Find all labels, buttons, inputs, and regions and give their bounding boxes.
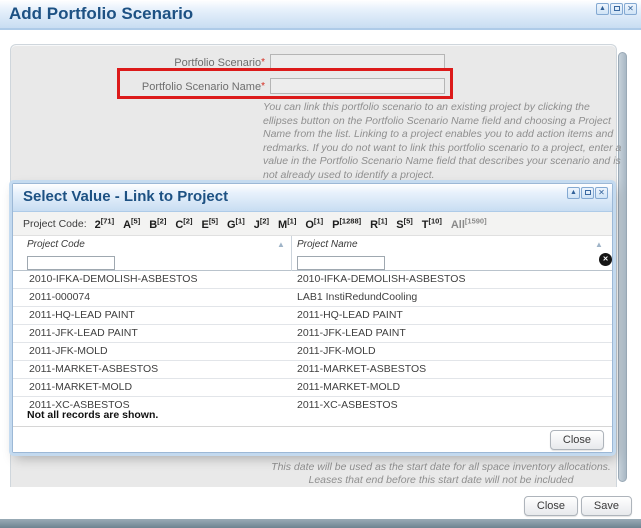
table-row[interactable]: 2011-MARKET-MOLD 2011-MARKET-MOLD	[13, 379, 612, 397]
letter-filter-b[interactable]: B[2]	[149, 216, 166, 231]
select-dialog-footer: Close	[13, 426, 612, 452]
save-button[interactable]: Save	[580, 496, 632, 516]
maximize-square-shape	[584, 190, 591, 195]
letter-filter-e[interactable]: E[5]	[201, 216, 218, 231]
letter-filter-bar: Project Code: 2[71] A[5] B[2] C[2] E[5] G[1] J…	[13, 212, 612, 236]
project-code-column-header[interactable]: Project Code	[27, 239, 85, 250]
project-name-filter-input[interactable]	[297, 256, 385, 270]
letter-filter-t[interactable]: T[10]	[422, 216, 442, 231]
letter-filter-all[interactable]: All[1590]	[451, 216, 487, 231]
project-code-cell[interactable]: 2011-JFK-MOLD	[29, 345, 108, 357]
sort-asc-icon[interactable]: ▲	[595, 240, 603, 249]
project-name-cell[interactable]: 2011-JFK-LEAD PAINT	[297, 327, 406, 339]
main-dialog-footer: Close Save	[0, 487, 641, 519]
maximize-square-shape	[613, 6, 620, 11]
sort-asc-icon[interactable]: ▲	[277, 240, 285, 249]
project-name-cell[interactable]: LAB1 InstiRedundCooling	[297, 291, 417, 303]
project-name-cell[interactable]: 2011-MARKET-MOLD	[297, 381, 400, 393]
letter-filter-s[interactable]: S[5]	[396, 216, 413, 231]
select-window-controls: ▲ ✕	[567, 187, 608, 199]
link-project-help-text: You can link this portfolio scenario to …	[263, 101, 622, 181]
select-value-dialog: Select Value - Link to Project ▲ ✕ Proje…	[12, 183, 613, 453]
table-row[interactable]: 2011-JFK-MOLD 2011-JFK-MOLD	[13, 343, 612, 361]
project-code-cell[interactable]: 2010-IFKA-DEMOLISH-ASBESTOS	[29, 273, 197, 285]
letter-filter-a[interactable]: A[5]	[123, 216, 140, 231]
table-row[interactable]: 2011-MARKET-ASBESTOS 2011-MARKET-ASBESTOS	[13, 361, 612, 379]
table-row[interactable]: 2010-IFKA-DEMOLISH-ASBESTOS 2010-IFKA-DEM…	[13, 271, 612, 289]
records-note: Not all records are shown.	[27, 409, 159, 421]
main-dialog-titlebar: Add Portfolio Scenario ▲ ✕	[0, 0, 641, 30]
select-dialog-titlebar: Select Value - Link to Project ▲ ✕	[13, 184, 612, 212]
main-dialog-title: Add Portfolio Scenario	[9, 4, 194, 23]
close-icon[interactable]: ✕	[624, 3, 637, 15]
letter-filter-list: 2[71] A[5] B[2] C[2] E[5] G[1] J[2] M[1] O[1] P[1…	[95, 216, 496, 231]
project-name-column-header[interactable]: Project Name	[297, 239, 358, 250]
close-icon[interactable]: ✕	[595, 187, 608, 199]
column-divider	[291, 236, 292, 271]
collapse-icon[interactable]: ▲	[596, 3, 609, 15]
start-date-note: This date will be used as the start date…	[271, 461, 611, 486]
add-portfolio-scenario-window: Add Portfolio Scenario ▲ ✕ Portfolio Sce…	[0, 0, 641, 528]
project-code-filter-input[interactable]	[27, 256, 115, 270]
table-row[interactable]: 2011-HQ-LEAD PAINT 2011-HQ-LEAD PAINT	[13, 307, 612, 325]
select-dialog-close-button[interactable]: Close	[549, 430, 604, 450]
project-code-cell[interactable]: 2011-MARKET-ASBESTOS	[29, 363, 158, 375]
clear-filter-icon[interactable]: ✕	[599, 253, 612, 266]
highlight-red-box	[117, 68, 453, 99]
table-header: Project Code ▲ Project Name ▲	[13, 236, 612, 271]
letter-filter-g[interactable]: G[1]	[227, 216, 245, 231]
letter-filter-p[interactable]: P[1288]	[332, 216, 361, 231]
letter-filter-c[interactable]: C[2]	[175, 216, 192, 231]
required-asterisk: *	[261, 57, 265, 68]
close-button[interactable]: Close	[523, 496, 578, 516]
project-name-cell[interactable]: 2011-XC-ASBESTOS	[297, 399, 398, 411]
letter-filter-r[interactable]: R[1]	[370, 216, 387, 231]
window-bottom-strip	[0, 519, 641, 528]
project-code-cell[interactable]: 2011-000074	[29, 291, 90, 303]
project-code-cell[interactable]: 2011-HQ-LEAD PAINT	[29, 309, 135, 321]
project-code-cell[interactable]: 2011-MARKET-MOLD	[29, 381, 132, 393]
project-name-cell[interactable]: 2011-JFK-MOLD	[297, 345, 376, 357]
maximize-icon[interactable]	[610, 3, 623, 15]
select-dialog-title: Select Value - Link to Project	[23, 188, 229, 205]
maximize-icon[interactable]	[581, 187, 594, 199]
project-name-cell[interactable]: 2010-IFKA-DEMOLISH-ASBESTOS	[297, 273, 465, 285]
project-code-cell[interactable]: 2011-JFK-LEAD PAINT	[29, 327, 138, 339]
table-row[interactable]: 2011-000074 LAB1 InstiRedundCooling	[13, 289, 612, 307]
main-window-controls: ▲ ✕	[596, 3, 637, 15]
letter-filter-o[interactable]: O[1]	[305, 216, 323, 231]
collapse-icon[interactable]: ▲	[567, 187, 580, 199]
project-name-cell[interactable]: 2011-MARKET-ASBESTOS	[297, 363, 426, 375]
table-row[interactable]: 2011-JFK-LEAD PAINT 2011-JFK-LEAD PAINT	[13, 325, 612, 343]
project-code-filter-label: Project Code:	[23, 217, 87, 230]
letter-filter-j[interactable]: J[2]	[254, 216, 269, 231]
project-name-cell[interactable]: 2011-HQ-LEAD PAINT	[297, 309, 403, 321]
table-body: 2010-IFKA-DEMOLISH-ASBESTOS 2010-IFKA-DEM…	[13, 271, 612, 411]
letter-filter-2[interactable]: 2[71]	[95, 216, 114, 231]
letter-filter-m[interactable]: M[1]	[278, 216, 296, 231]
